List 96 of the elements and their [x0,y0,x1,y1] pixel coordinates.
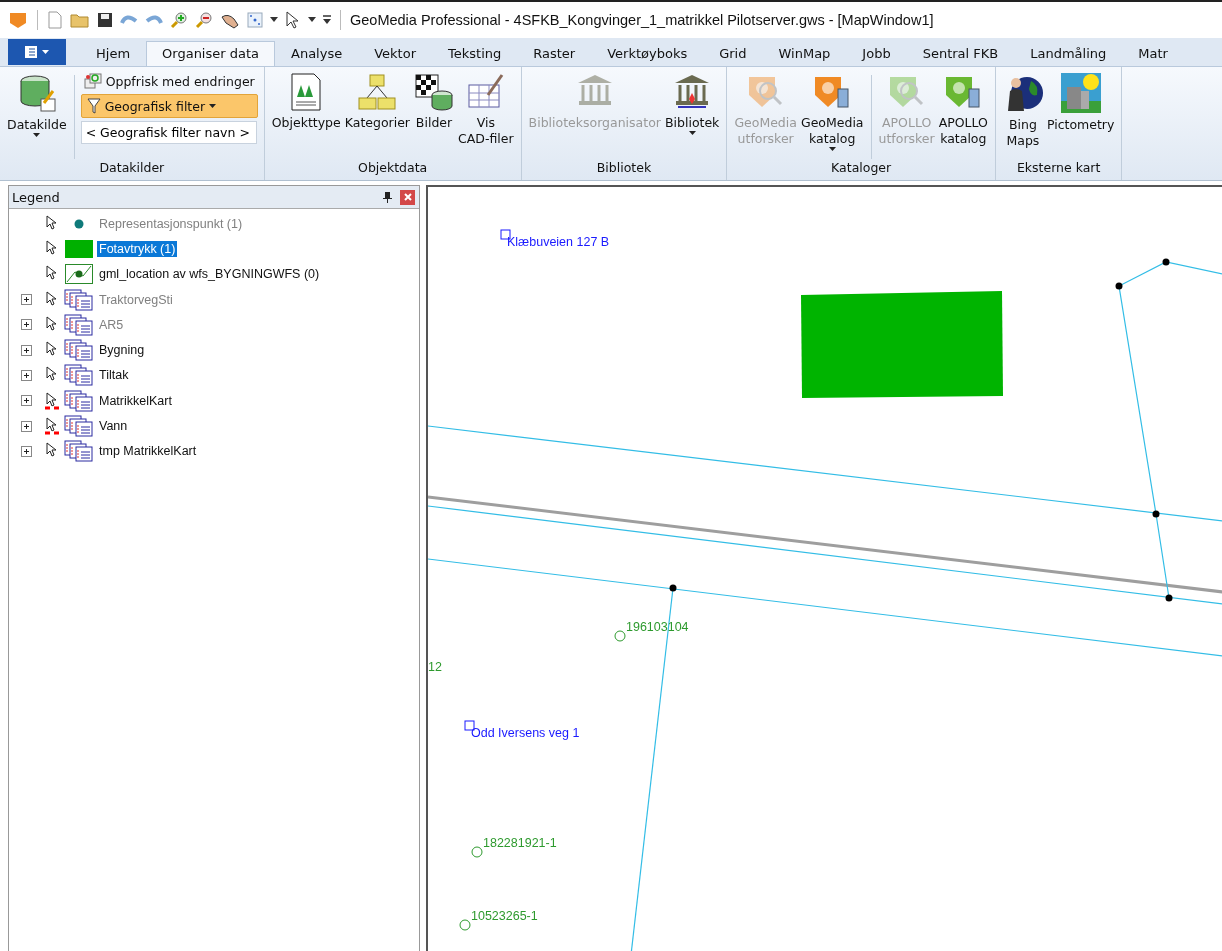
zoom-out-icon[interactable] [195,11,213,29]
address-label: Odd Iversens veg 1 [471,726,580,740]
pin-icon[interactable] [383,191,392,203]
group-title: Eksterne kart [1016,160,1101,177]
undo-icon[interactable] [120,13,138,27]
vertex-point [1152,510,1160,518]
menu-icon [24,45,50,59]
ribbon-tab[interactable]: Landmåling [1014,41,1123,66]
ribbon-tab[interactable]: Raster [517,41,592,66]
ribbon-tab[interactable]: Analyse [275,41,359,66]
ribbon-button[interactable]: Kategorier [343,71,411,133]
geographic-filter-button[interactable]: Geografisk filter [80,94,258,118]
area-symbol-icon [65,239,93,258]
fit-extent-icon[interactable] [247,12,263,28]
redo-icon[interactable] [145,13,163,27]
parcel-marker-icon [614,630,626,642]
expand-icon[interactable] [21,445,32,457]
legend-entry[interactable]: Vann [97,418,130,434]
category-hierarchy-icon [357,73,398,111]
refresh-icon [83,73,102,89]
legend-entry[interactable]: tmp MatrikkelKart [97,443,199,460]
select-pointer-icon[interactable] [285,11,301,29]
close-icon [403,193,412,201]
file-menu-button[interactable] [8,39,66,65]
ribbon-tab[interactable]: Vektor [358,41,432,66]
ribbon-button[interactable]: Objekttype [270,71,342,133]
point-symbol-icon [74,218,84,229]
ribbon-tab[interactable]: Jobb [846,41,907,66]
feature-class-stack-icon [64,415,94,437]
ribbon-tab[interactable]: Hjem [80,41,147,66]
filter-icon [86,98,101,114]
ribbon-button[interactable]: Bing Maps [1001,71,1044,151]
ribbon-button[interactable]: APOLLO katalog [937,71,989,149]
ribbon-tab[interactable]: Sentral FKB [906,41,1015,66]
parcel-marker-icon [471,846,483,858]
ribbon-button[interactable]: Vis CAD-filer [457,71,515,149]
expand-icon[interactable] [21,294,32,306]
group-title: Kataloger [831,160,892,177]
expand-icon[interactable] [21,420,32,432]
parcel-label: 12 [428,660,442,674]
ribbon-tab[interactable]: Matr [1122,41,1184,66]
feature-class-stack-icon [64,440,94,463]
group-title: Datakilder [99,160,165,177]
flagged-pointer-icon[interactable] [45,417,59,435]
group-title: Bibliotek [596,160,652,177]
panel-title: Legend [12,189,61,205]
caret-icon[interactable] [270,17,278,23]
zoom-in-icon[interactable] [170,11,188,29]
caret-icon [209,103,217,109]
feature-class-stack-icon [64,339,94,362]
parcel-label: 182281921-1 [483,836,557,850]
feature-class-stack-icon [64,288,94,311]
cad-drawing-icon [465,73,506,111]
feature-class-stack-icon [64,313,94,336]
document-trees-icon [290,73,323,111]
vertex-point [1165,594,1173,602]
pointer-icon[interactable] [45,239,59,258]
legend-entry[interactable]: Bygning [97,342,147,359]
ribbon-button[interactable]: Bilder [413,71,455,133]
address-label: Klæbuveien 127 B [507,235,610,249]
close-button[interactable] [400,189,415,205]
legend-entry[interactable]: Fotavtrykk (1) [97,240,178,257]
ribbon-tab[interactable]: Verktøyboks [591,41,704,66]
parcel-marker-icon [459,919,471,931]
caret-icon[interactable] [308,17,316,23]
legend-entry[interactable]: Tiltak [97,367,131,384]
filter-name-field[interactable]: < Geografisk filter navn > [80,121,257,144]
save-icon[interactable] [97,12,113,28]
datakilde-button[interactable]: Datakilde [6,71,68,140]
customize-toolbar-icon[interactable] [323,15,331,25]
vertex-point [1115,282,1123,290]
expand-icon[interactable] [21,344,32,356]
checkerboard-database-icon [414,73,454,111]
ribbon-button[interactable]: Bibliotek [663,71,721,138]
flagged-pointer-icon[interactable] [45,391,59,410]
line-symbol-icon [65,264,93,285]
legend-entry[interactable]: MatrikkelKart [97,392,174,409]
legend-entry[interactable]: gml_location av wfs_BYGNINGWFS (0) [97,266,322,283]
expand-icon[interactable] [21,319,32,331]
expand-icon[interactable] [21,369,32,381]
window-title: GeoMedia Professional - 4SFKB_Kongvinger_1_matrikkel Pilotserver.gws - [MapWindow1] [350,12,934,28]
vertex-point [669,584,677,592]
feature-class-stack-icon [64,364,94,387]
ribbon-tab[interactable]: WinMap [762,41,847,66]
ribbon-tab[interactable]: Organiser data [146,41,275,66]
ribbon-button[interactable]: Pictometry [1045,71,1116,135]
ribbon-tab[interactable]: Grid [703,41,763,66]
group-title: Objektdata [358,160,428,177]
vertex-point [1162,258,1170,266]
ribbon-button[interactable]: GeoMedia katalog [799,71,865,154]
parcel-label: 10523265-1 [471,909,538,923]
refresh-button[interactable]: Oppfrisk med endringer [80,71,258,91]
expand-icon[interactable] [21,395,32,407]
feature-class-stack-icon [64,389,94,412]
ribbon-tab[interactable]: Teksting [432,41,518,66]
building-sun-icon [1060,73,1101,113]
